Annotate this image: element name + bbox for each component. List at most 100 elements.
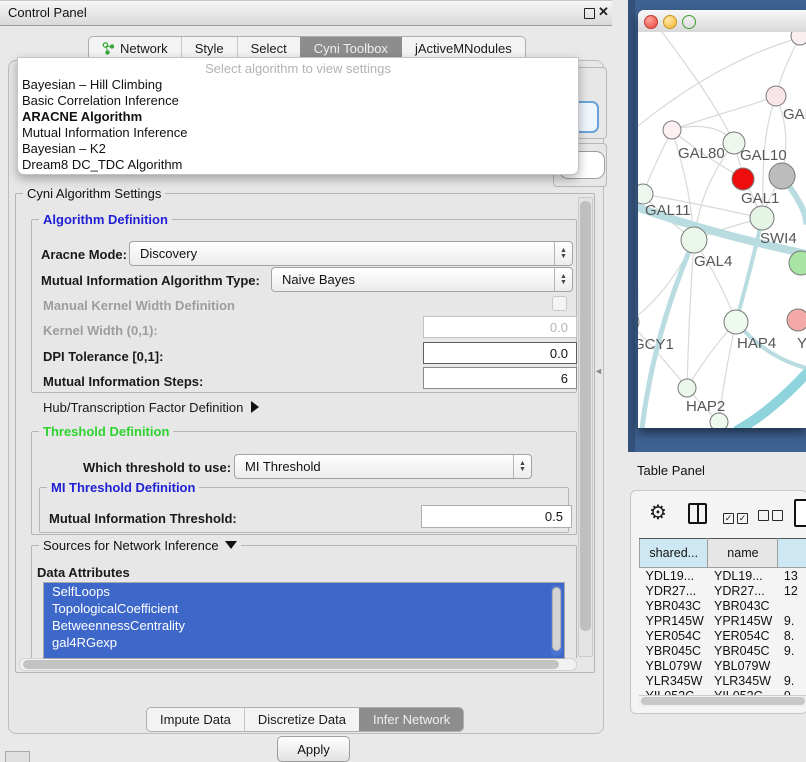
network-edge — [638, 40, 792, 126]
mi-steps-field[interactable]: 6 — [423, 367, 577, 389]
table-row[interactable]: YBL079WYBL079W — [640, 658, 806, 673]
mac-minimize-icon[interactable] — [663, 15, 677, 29]
close-icon[interactable]: ✕ — [598, 4, 609, 20]
stepper-arrows-icon: ▲▼ — [554, 242, 572, 265]
column-layout-icon[interactable] — [688, 503, 707, 524]
table-row[interactable]: YDR27...YDR27...12 — [640, 583, 806, 598]
table-row[interactable]: YLR345WYLR345W9. — [640, 673, 806, 688]
table-row[interactable]: YBR045CYBR045C9. — [640, 643, 806, 658]
network-node-hap4[interactable] — [724, 310, 748, 334]
network-node-gal11[interactable] — [638, 184, 653, 204]
tab-label: Style — [195, 41, 224, 56]
table-row[interactable]: YDL19...YDL19...13 — [640, 568, 806, 584]
sources-title[interactable]: Sources for Network Inference — [39, 538, 241, 553]
mi-algorithm-type-select[interactable]: Naive Bayes ▲▼ — [271, 267, 573, 292]
algorithm-option[interactable]: Bayesian – K2 — [22, 141, 574, 157]
table-row[interactable]: YER054CYER054C8. — [640, 628, 806, 643]
kernel-width-field[interactable]: 0.0 — [423, 316, 577, 338]
mi-threshold-definition-title: MI Threshold Definition — [47, 480, 199, 495]
tab-infer-network[interactable]: Infer Network — [359, 708, 463, 731]
attribute-item[interactable]: gal4RGexp — [44, 634, 564, 651]
network-icon — [102, 42, 115, 55]
collapsed-panel-icon[interactable] — [5, 751, 30, 762]
mac-zoom-icon[interactable] — [682, 15, 696, 29]
network-node[interactable] — [710, 413, 728, 428]
data-attributes-list[interactable]: SelfLoopsTopologicalCoefficientBetweenne… — [43, 582, 565, 659]
algorithm-option[interactable]: Mutual Information Inference — [22, 125, 574, 141]
table-row[interactable]: YBR043CYBR043C — [640, 598, 806, 613]
divider-collapse-icon[interactable]: ◄ — [594, 366, 603, 376]
list-scrollbar[interactable] — [551, 585, 562, 656]
table-cell — [778, 598, 806, 613]
float-window-icon[interactable] — [584, 8, 595, 19]
table-cell: YBR043C — [708, 598, 778, 613]
table-cell: 9. — [778, 673, 806, 688]
network-canvas[interactable]: GALGAL80GAL10GAL11GAL1SWI4GAL4GCY1HAP4YH… — [638, 32, 806, 428]
which-threshold-value: MI Threshold — [235, 459, 513, 474]
algorithm-option[interactable]: Basic Correlation Inference — [22, 93, 574, 109]
table-cell: YER054C — [708, 628, 778, 643]
table-cell: 12 — [778, 583, 806, 598]
which-threshold-label: Which threshold to use: — [83, 460, 231, 475]
settings-horizontal-scrollbar[interactable] — [19, 658, 577, 671]
network-node[interactable] — [769, 163, 795, 189]
network-node[interactable] — [732, 168, 754, 190]
network-node-gal4[interactable] — [681, 227, 707, 253]
export-table-icon[interactable] — [794, 499, 806, 527]
manual-kernel-width-checkbox[interactable] — [552, 296, 567, 311]
column-header[interactable]: name — [708, 539, 778, 568]
attribute-item[interactable]: TopologicalCoefficient — [44, 600, 564, 617]
network-view-window[interactable]: GALGAL80GAL10GAL11GAL1SWI4GAL4GCY1HAP4YH… — [638, 10, 806, 428]
network-node[interactable] — [791, 32, 806, 45]
node-label: GCY1 — [638, 336, 674, 353]
window-title: Control Panel — [8, 5, 87, 20]
algorithm-definition-title: Algorithm Definition — [39, 212, 172, 227]
table-cell: 13 — [778, 568, 806, 584]
control-panel-titlebar: Control Panel ✕ — [0, 0, 612, 26]
scrollbar-thumb[interactable] — [552, 587, 561, 651]
attribute-item[interactable]: BetweennessCentrality — [44, 617, 564, 634]
network-graph: GALGAL80GAL10GAL11GAL1SWI4GAL4GCY1HAP4YH… — [638, 32, 806, 428]
algorithm-option[interactable]: ARACNE Algorithm — [22, 109, 574, 125]
table-cell: YLR345W — [640, 673, 708, 688]
algorithm-option[interactable]: Bayesian – Hill Climbing — [22, 77, 574, 93]
algorithm-option[interactable]: Dream8 DC_TDC Algorithm — [22, 157, 574, 173]
column-header[interactable] — [778, 539, 806, 568]
table-horizontal-scrollbar[interactable] — [639, 695, 806, 707]
screen: Control Panel ✕ NetworkStyleSelectCyni T… — [0, 0, 806, 762]
mac-close-icon[interactable] — [644, 15, 658, 29]
mi-algorithm-type-value: Naive Bayes — [272, 272, 554, 287]
deselect-all-icon[interactable] — [758, 508, 786, 526]
which-threshold-select[interactable]: MI Threshold ▲▼ — [234, 454, 532, 479]
node-label: GAL — [783, 106, 806, 123]
table-toolbar: ⚙ ✓✓ — [631, 491, 806, 538]
tab-discretize-data[interactable]: Discretize Data — [244, 708, 359, 731]
apply-button[interactable]: Apply — [277, 736, 350, 762]
network-node-hap2[interactable] — [678, 379, 696, 397]
network-node-y[interactable] — [787, 309, 806, 331]
scrollbar-thumb[interactable] — [580, 201, 591, 631]
table-panel-title: Table Panel — [637, 463, 705, 478]
attribute-item[interactable]: SelfLoops — [44, 583, 564, 600]
attribute-item-clipped[interactable] — [44, 651, 564, 658]
gear-icon[interactable]: ⚙ — [649, 500, 667, 525]
hub-definition-toggle[interactable]: Hub/Transcription Factor Definition — [43, 400, 259, 415]
mi-threshold-field[interactable]: 0.5 — [421, 505, 572, 528]
table-row[interactable]: YPR145WYPR145W9. — [640, 613, 806, 628]
dpi-tolerance-field[interactable]: 0.0 — [423, 342, 577, 364]
table-cell: YPR145W — [640, 613, 708, 628]
tab-impute-data[interactable]: Impute Data — [147, 708, 244, 731]
settings-vertical-scrollbar[interactable] — [578, 197, 593, 657]
scrollbar-thumb[interactable] — [641, 697, 805, 705]
column-header[interactable]: shared... — [640, 539, 708, 568]
scrollbar-thumb[interactable] — [23, 660, 559, 669]
network-node-gal80[interactable] — [663, 121, 681, 139]
table-cell: 8. — [778, 628, 806, 643]
node-label: GAL1 — [741, 190, 779, 207]
stepper-arrows-icon: ▲▼ — [513, 455, 531, 478]
aracne-mode-select[interactable]: Discovery ▲▼ — [129, 241, 573, 266]
network-node-gal1[interactable] — [750, 206, 774, 230]
network-node-gal[interactable] — [766, 86, 786, 106]
select-all-icon[interactable]: ✓✓ — [723, 508, 751, 526]
table-cell: YDR27... — [640, 583, 708, 598]
